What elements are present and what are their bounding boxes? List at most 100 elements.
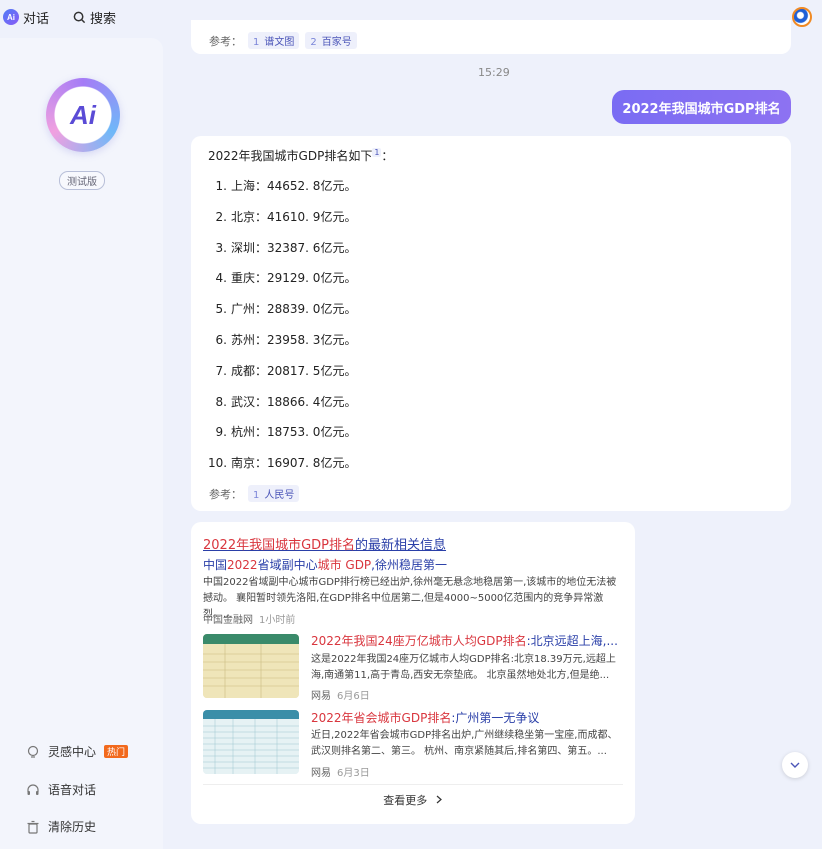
tab-search[interactable]: 搜索 bbox=[73, 8, 116, 27]
title-part: 2022 bbox=[227, 558, 258, 572]
list-text: 深圳：32387. 6亿元。 bbox=[231, 240, 357, 255]
list-number: 2. bbox=[215, 209, 227, 224]
reference-label: 参考： bbox=[209, 487, 242, 501]
title-part: :广州第一无争议 bbox=[451, 711, 540, 725]
list-number: 3. bbox=[215, 240, 227, 255]
list-item: 6. 苏州：23958. 3亿元。 bbox=[208, 331, 357, 362]
ai-logo-icon: Ai bbox=[55, 87, 111, 143]
source-time: 1小时前 bbox=[259, 615, 296, 626]
title-part: 2022年我国24座万亿城市人均GDP排名 bbox=[311, 634, 527, 648]
related-news-card: 2022年我国城市GDP排名的最新相关信息 中国2022省域副中心城市 GDP,… bbox=[191, 522, 635, 824]
answer-intro-tail: ： bbox=[381, 149, 394, 163]
previous-answer-card: 参考： 1 谱文图 2 百家号 bbox=[191, 20, 791, 54]
ai-small-logo-icon: Ai bbox=[3, 9, 19, 25]
list-text: 苏州：23958. 3亿元。 bbox=[231, 332, 357, 347]
source-name: 中国金融网 bbox=[203, 615, 253, 626]
list-text: 上海：44652. 8亿元。 bbox=[231, 179, 357, 193]
lightbulb-icon bbox=[27, 745, 39, 758]
news-item-title[interactable]: 2022年我国24座万亿城市人均GDP排名:北京远超上海,... bbox=[311, 632, 621, 649]
list-item: 7. 成都：20817. 5亿元。 bbox=[208, 362, 357, 393]
sidebar-item-label: 语音对话 bbox=[48, 783, 97, 797]
list-number: 5. bbox=[215, 302, 227, 317]
headphones-icon bbox=[27, 783, 39, 795]
reference-chip[interactable]: 2 百家号 bbox=[305, 32, 357, 49]
table-thumbnail-image bbox=[203, 710, 299, 774]
news-thumbnail[interactable] bbox=[203, 710, 299, 774]
reference-chip[interactable]: 1 谱文图 bbox=[248, 32, 300, 49]
news-item-snippet: 这是2022年我国24座万亿城市人均GDP排名:北京18.39万元,远超上海,南… bbox=[311, 654, 616, 681]
news-item-source: 网易 6月6日 bbox=[311, 687, 370, 702]
chip-text: 百家号 bbox=[321, 37, 352, 48]
reference-chip[interactable]: 1 人民号 bbox=[248, 485, 300, 502]
chevron-right-icon bbox=[436, 795, 442, 804]
list-text: 成都：20817. 5亿元。 bbox=[231, 363, 357, 378]
title-part: 2022年省会城市GDP排名 bbox=[311, 711, 452, 725]
title-part: :北京远超上海,... bbox=[526, 634, 618, 648]
news-item-source: 中国金融网 1小时前 bbox=[203, 611, 295, 626]
list-item: 8. 武汉：18866. 4亿元。 bbox=[208, 393, 357, 424]
answer-intro-text: 2022年我国城市GDP排名如下 bbox=[208, 149, 373, 163]
list-item: 3. 深圳：32387. 6亿元。 bbox=[208, 239, 357, 270]
sidebar-item-label: 灵感中心 bbox=[48, 745, 97, 759]
gdp-ranking-list: 1. 上海：44652. 8亿元。 2. 北京：41610. 9亿元。 3. 深圳：3… bbox=[208, 177, 356, 485]
list-number: 8. bbox=[215, 394, 227, 409]
sidebar-item-voice[interactable]: 语音对话 bbox=[26, 781, 96, 798]
sidebar: Ai 测试版 灵感中心 热门 语音对话 清除历史 bbox=[0, 38, 163, 849]
list-item: 1. 上海：44652. 8亿元。 bbox=[208, 177, 357, 208]
trash-icon bbox=[27, 820, 39, 834]
list-text: 重庆：29129. 0亿元。 bbox=[231, 271, 357, 286]
chip-number: 2 bbox=[310, 37, 317, 48]
sidebar-item-clear-history[interactable]: 清除历史 bbox=[26, 818, 96, 835]
news-section-title[interactable]: 2022年我国城市GDP排名的最新相关信息 bbox=[203, 534, 446, 553]
beta-badge: 测试版 bbox=[59, 171, 105, 190]
news-item-title[interactable]: 中国2022省域副中心城市 GDP,徐州稳居第一 bbox=[203, 556, 447, 573]
news-title-highlight: 2022年我国城市GDP排名 bbox=[203, 538, 356, 553]
tab-chat[interactable]: Ai 对话 bbox=[3, 8, 49, 27]
hot-badge: 热门 bbox=[104, 745, 129, 758]
list-number: 9. bbox=[215, 425, 227, 440]
chip-number: 1 bbox=[253, 490, 260, 501]
user-avatar[interactable] bbox=[792, 7, 812, 27]
list-number: 4. bbox=[215, 271, 227, 286]
see-more-label: 查看更多 bbox=[383, 794, 428, 807]
list-number: 10. bbox=[208, 456, 228, 471]
list-text: 广州：28839. 0亿元。 bbox=[231, 302, 357, 317]
scroll-down-button[interactable] bbox=[782, 752, 808, 778]
list-text: 南京：16907. 8亿元。 bbox=[231, 456, 357, 471]
title-part: ,徐州稳居第一 bbox=[371, 558, 447, 572]
list-item: 9. 杭州：18753. 0亿元。 bbox=[208, 423, 357, 454]
list-number: 6. bbox=[215, 332, 227, 347]
news-item-snippet: 近日,2022年省会城市GDP排名出炉,广州继续稳坐第一宝座,而成都、武汉则排名… bbox=[311, 730, 618, 757]
reference-row: 参考： 1 人民号 bbox=[209, 485, 300, 502]
ai-assistant-logo: Ai bbox=[46, 78, 120, 152]
see-more-button[interactable]: 查看更多 bbox=[191, 792, 635, 808]
news-item-source: 网易 6月3日 bbox=[311, 764, 370, 779]
user-message-bubble: 2022年我国城市GDP排名 bbox=[612, 90, 791, 124]
answer-intro: 2022年我国城市GDP排名如下 1： bbox=[208, 147, 393, 164]
table-thumbnail-image bbox=[203, 634, 299, 698]
sidebar-item-inspiration[interactable]: 灵感中心 热门 bbox=[26, 743, 129, 760]
search-icon bbox=[73, 11, 86, 23]
message-timestamp: 15:29 bbox=[478, 66, 510, 79]
list-text: 杭州：18753. 0亿元。 bbox=[231, 425, 357, 440]
sidebar-item-label: 清除历史 bbox=[48, 820, 97, 834]
tab-search-label: 搜索 bbox=[90, 11, 117, 27]
list-item: 10. 南京：16907. 8亿元。 bbox=[208, 454, 356, 485]
list-item: 4. 重庆：29129. 0亿元。 bbox=[208, 269, 357, 300]
title-part: 中国 bbox=[203, 558, 228, 572]
list-number: 1. bbox=[215, 179, 227, 193]
chevron-down-icon bbox=[790, 762, 800, 768]
reference-label: 参考： bbox=[209, 34, 242, 48]
source-time: 6月3日 bbox=[337, 768, 370, 779]
divider bbox=[203, 784, 623, 785]
news-item-title[interactable]: 2022年省会城市GDP排名:广州第一无争议 bbox=[311, 709, 621, 726]
news-thumbnail[interactable] bbox=[203, 634, 299, 698]
list-number: 7. bbox=[215, 363, 227, 378]
list-text: 武汉：18866. 4亿元。 bbox=[231, 394, 357, 409]
chip-number: 1 bbox=[253, 37, 260, 48]
title-part: 省域副中心 bbox=[257, 558, 318, 572]
news-title-rest: 的最新相关信息 bbox=[355, 538, 447, 553]
source-name: 网易 bbox=[311, 768, 331, 779]
source-name: 网易 bbox=[311, 691, 331, 702]
tab-chat-label: 对话 bbox=[23, 11, 50, 27]
